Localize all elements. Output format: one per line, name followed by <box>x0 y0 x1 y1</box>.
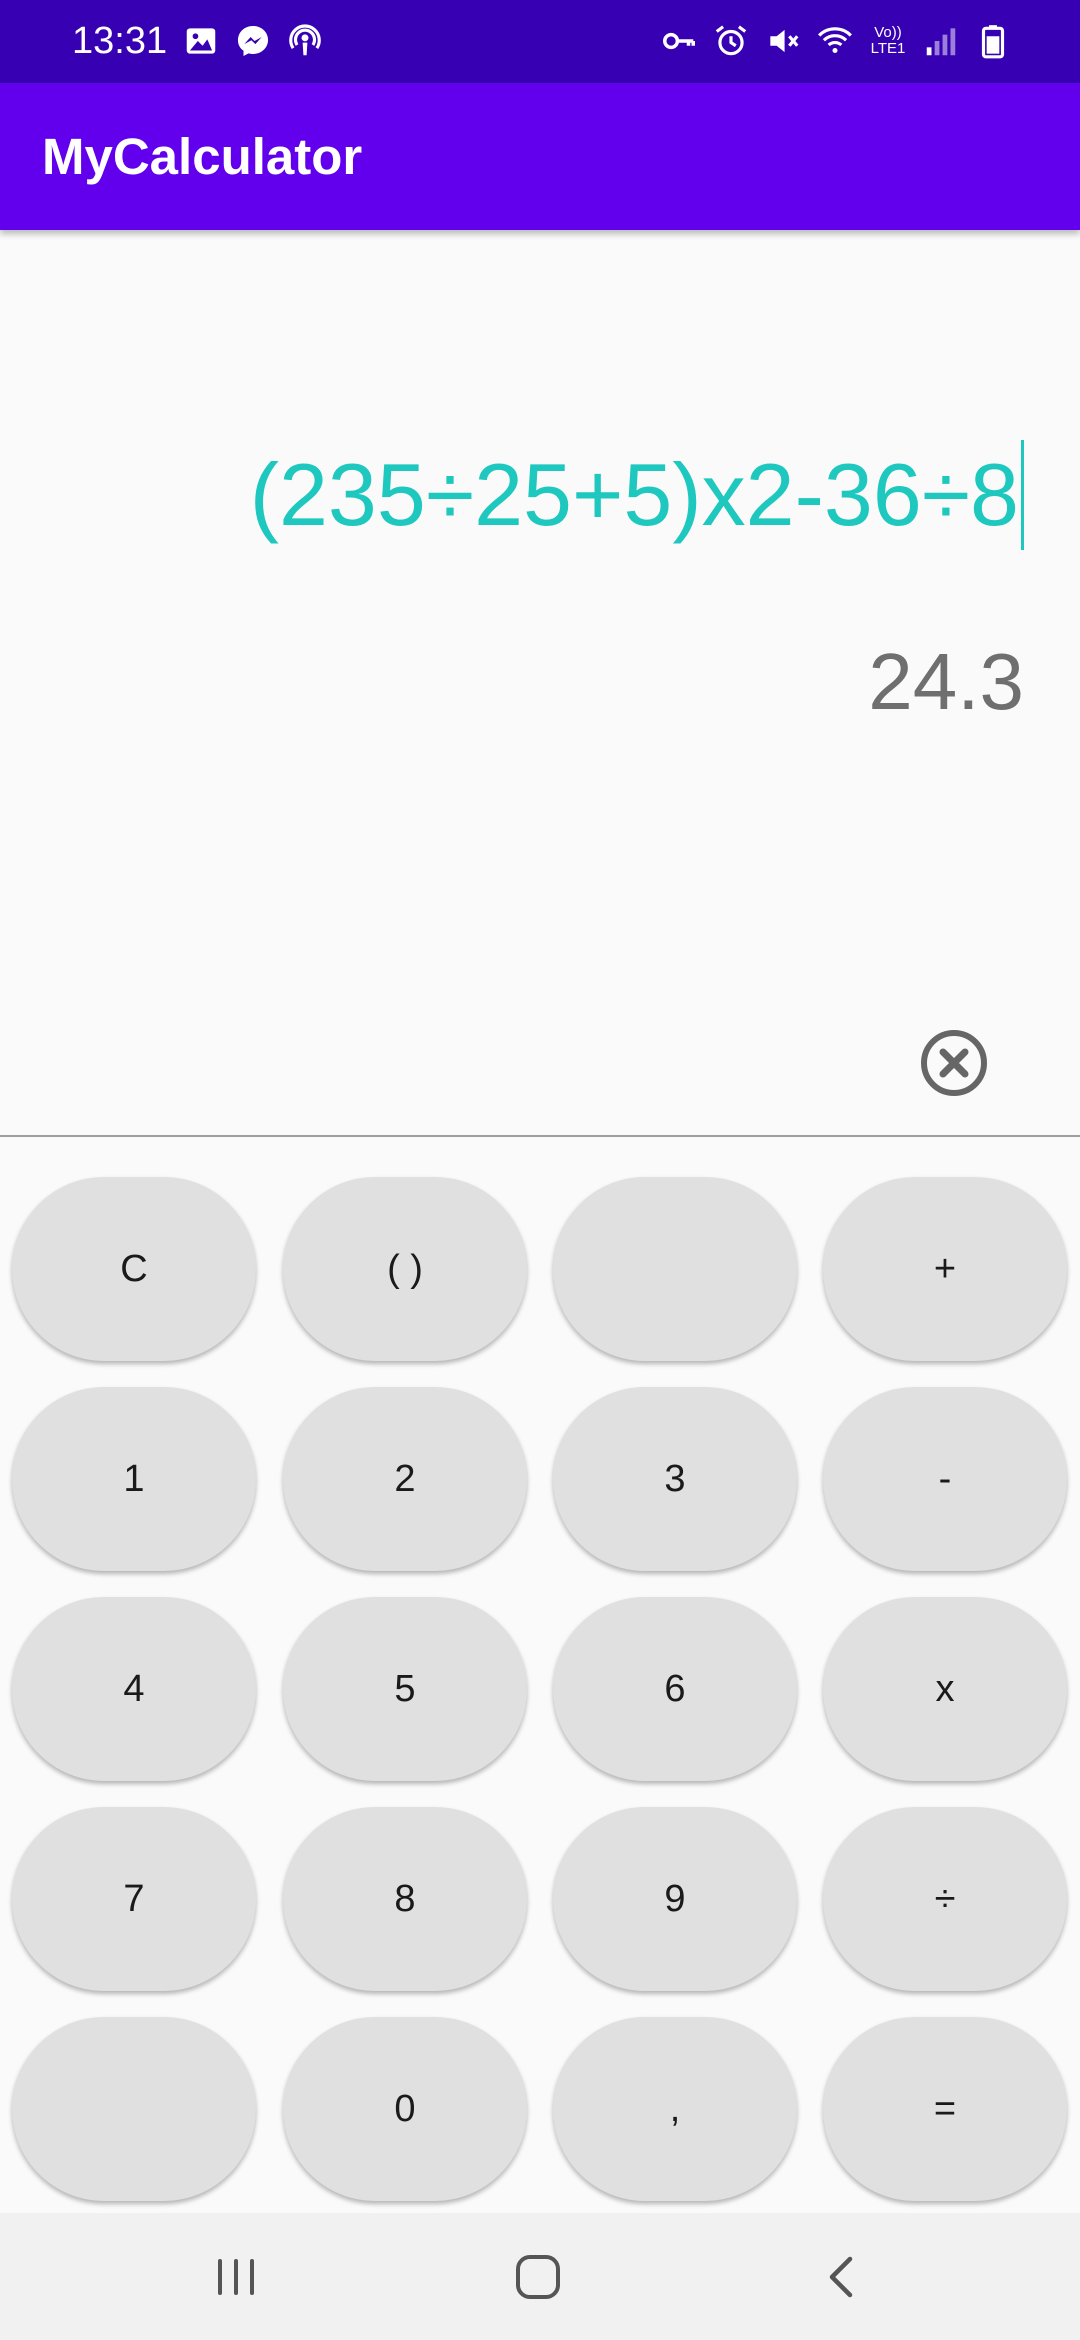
blank-button-bottom[interactable] <box>12 2017 256 2201</box>
image-icon <box>186 28 216 54</box>
navigation-bar <box>0 2213 1080 2340</box>
app-bar: MyCalculator <box>0 83 1080 230</box>
digit-9-button[interactable]: 9 <box>553 1807 797 1991</box>
digit-0-button[interactable]: 0 <box>283 2017 527 2201</box>
result-preview: 24.3 <box>868 637 1024 726</box>
digit-4-button[interactable]: 4 <box>12 1597 256 1781</box>
lte-label: LTE1 <box>870 40 906 57</box>
digit-3-button[interactable]: 3 <box>553 1387 797 1571</box>
digit-7-button[interactable]: 7 <box>12 1807 256 1991</box>
podcast-icon <box>289 24 321 56</box>
wifi-icon <box>818 27 852 54</box>
home-icon[interactable] <box>508 2247 568 2307</box>
status-bar: 13:31 Vo)) LTE1 <box>0 0 1080 83</box>
digit-5-button[interactable]: 5 <box>283 1597 527 1781</box>
blank-button-top[interactable] <box>553 1177 797 1361</box>
status-time: 13:31 <box>72 20 168 62</box>
digit-8-button[interactable]: 8 <box>283 1807 527 1991</box>
equals-button[interactable]: = <box>823 2017 1067 2201</box>
plus-button[interactable]: + <box>823 1177 1067 1361</box>
mute-icon <box>770 29 799 53</box>
digit-1-button[interactable]: 1 <box>12 1387 256 1571</box>
digit-2-button[interactable]: 2 <box>283 1387 527 1571</box>
alarm-icon <box>715 25 747 56</box>
recent-apps-icon[interactable] <box>206 2247 266 2307</box>
volte-label: Vo)) <box>874 24 902 41</box>
battery-icon <box>981 25 1005 59</box>
messenger-icon <box>237 25 269 57</box>
divide-button[interactable]: ÷ <box>823 1807 1067 1991</box>
minus-button[interactable]: - <box>823 1387 1067 1571</box>
parentheses-button[interactable]: ( ) <box>283 1177 527 1361</box>
key-icon <box>663 32 695 50</box>
system-icons: Vo)) LTE1 <box>660 22 1012 60</box>
decimal-comma-button[interactable]: , <box>553 2017 797 2201</box>
expression-input[interactable]: (235÷25+5)x2-36÷8 <box>250 440 1024 550</box>
back-icon[interactable] <box>812 2247 872 2307</box>
app-title: MyCalculator <box>42 128 363 185</box>
notification-icons <box>182 22 324 60</box>
backspace-icon[interactable] <box>918 1027 990 1099</box>
signal-icon <box>926 28 956 56</box>
digit-6-button[interactable]: 6 <box>553 1597 797 1781</box>
multiply-button[interactable]: x <box>823 1597 1067 1781</box>
clear-button[interactable]: C <box>12 1177 256 1361</box>
keypad: C ( ) + 1 2 3 - 4 5 6 x 7 8 9 ÷ 0 , = <box>0 1137 1080 2213</box>
volte-indicator: Vo)) LTE1 <box>868 25 908 57</box>
